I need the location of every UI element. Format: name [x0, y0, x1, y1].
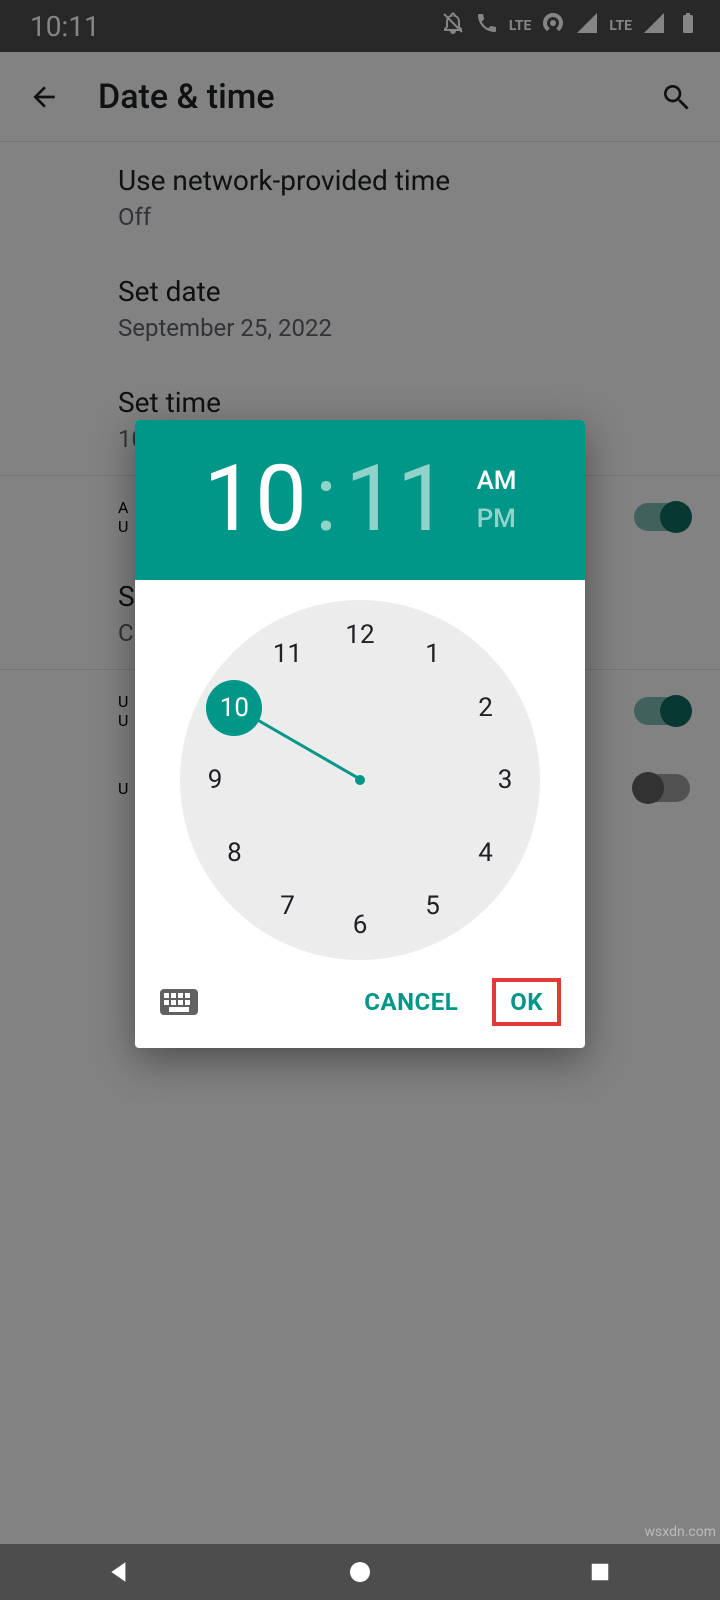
- clock-hour-12[interactable]: 12: [338, 613, 382, 657]
- clock-hour-9[interactable]: 9: [193, 758, 237, 802]
- time-picker-dialog: 10 : 11 AM PM 121234567891011 CANCEL OK: [135, 420, 585, 1048]
- clock-hour-8[interactable]: 8: [212, 831, 256, 875]
- nav-recents-button[interactable]: [576, 1548, 624, 1596]
- nav-back-button[interactable]: [96, 1548, 144, 1596]
- watermark: wsxdn.com: [645, 1524, 716, 1540]
- clock-hour-4[interactable]: 4: [464, 831, 508, 875]
- clock-container: 12 12 3 45678 9 1011: [135, 580, 585, 960]
- keyboard-input-button[interactable]: [159, 987, 199, 1017]
- clock-hour-11[interactable]: 11: [266, 632, 310, 676]
- ok-button[interactable]: OK: [492, 978, 561, 1026]
- time-colon: :: [315, 454, 337, 546]
- navigation-bar: [0, 1544, 720, 1600]
- clock-hour-6[interactable]: 6: [338, 903, 382, 947]
- dialog-actions: CANCEL OK: [135, 960, 585, 1048]
- time-picker-header: 10 : 11 AM PM: [135, 420, 585, 580]
- clock-hour-5[interactable]: 5: [411, 884, 455, 928]
- clock-face[interactable]: 12 12 3 45678 9 1011: [180, 600, 540, 960]
- cancel-button[interactable]: CANCEL: [348, 978, 474, 1026]
- clock-hour-7[interactable]: 7: [266, 884, 310, 928]
- ampm-toggle: AM PM: [477, 466, 517, 534]
- nav-home-button[interactable]: [336, 1548, 384, 1596]
- clock-hour-2[interactable]: 2: [464, 686, 508, 730]
- clock-hour-3[interactable]: 3: [483, 758, 527, 802]
- clock-hand: [241, 710, 362, 782]
- minute-display[interactable]: 11: [345, 454, 448, 546]
- am-button[interactable]: AM: [477, 466, 517, 496]
- clock-hour-10[interactable]: 10: [206, 680, 262, 736]
- hour-display[interactable]: 10: [203, 454, 306, 546]
- pm-button[interactable]: PM: [477, 504, 517, 534]
- clock-hour-1[interactable]: 1: [411, 632, 455, 676]
